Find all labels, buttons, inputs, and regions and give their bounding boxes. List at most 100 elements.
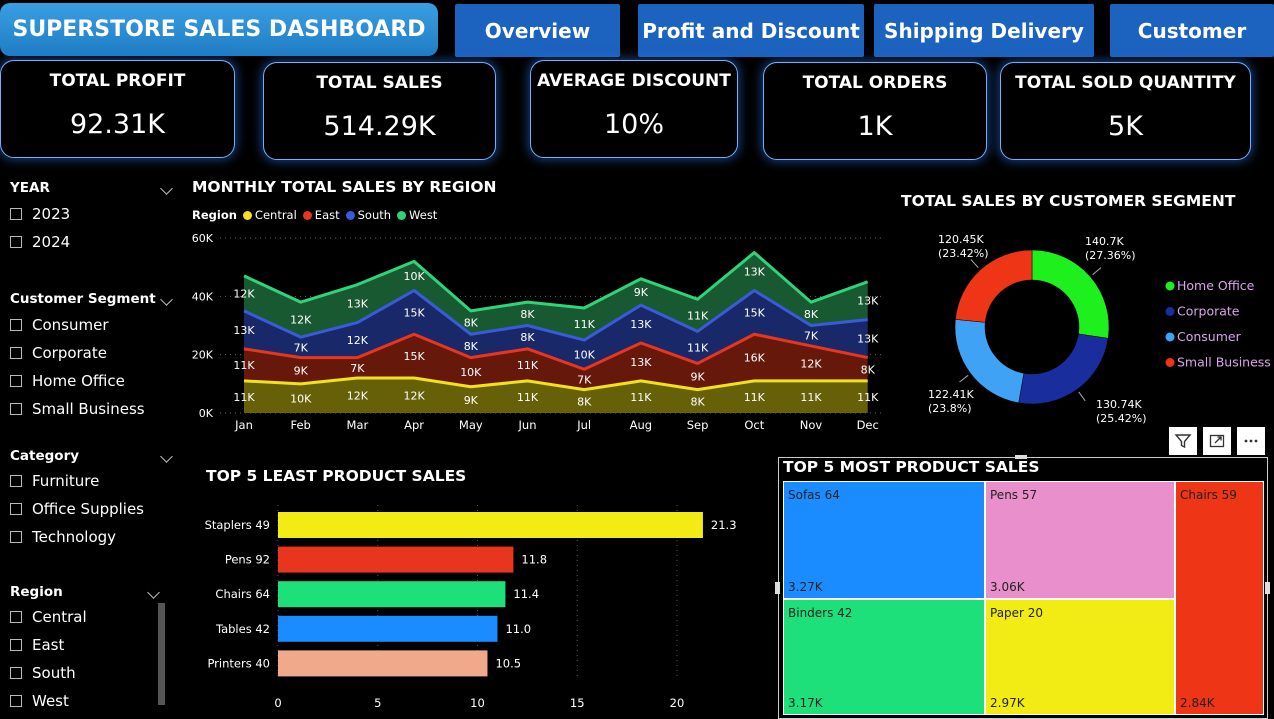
data-label: 8K — [520, 331, 535, 344]
checkbox[interactable] — [10, 375, 22, 387]
checkbox[interactable] — [10, 236, 22, 248]
option-label: Consumer — [32, 316, 109, 334]
slicer-customer-segment: Customer Segment Consumer Corporate Home… — [10, 291, 175, 418]
checkbox[interactable] — [10, 639, 22, 651]
data-label: 9K — [294, 365, 309, 378]
legend-label: Central — [254, 208, 297, 222]
treemap-cell[interactable]: Paper 20 2.97K — [985, 599, 1175, 715]
data-label: 11K — [233, 359, 255, 372]
data-label: 15K — [403, 306, 425, 319]
legend-dot — [242, 210, 252, 220]
slice-value-label: 122.41K — [928, 388, 974, 401]
legend-dot — [345, 210, 355, 220]
data-label: 15K — [744, 306, 766, 319]
more-options-icon[interactable] — [1237, 427, 1265, 455]
data-label: 8K — [520, 308, 535, 321]
leader-line — [1078, 391, 1086, 402]
nav-shipping-delivery-button[interactable]: Shipping Delivery — [874, 4, 1094, 57]
kpi-label: AVERAGE DISCOUNT — [537, 71, 731, 91]
donut-slice — [955, 249, 1033, 323]
data-label: 11K — [233, 391, 255, 404]
nav-customer-button[interactable]: Customer — [1110, 4, 1274, 57]
kpi-card-total-sold-quantity: TOTAL SOLD QUANTITY 5K — [1000, 62, 1251, 160]
slicer-option[interactable]: Technology — [10, 528, 175, 546]
bar — [278, 546, 514, 573]
x-tick-label: 10 — [470, 696, 485, 710]
y-tick-label: 60K — [192, 232, 214, 245]
focus-mode-icon[interactable] — [1203, 427, 1231, 455]
slicer-title: Customer Segment — [10, 291, 156, 307]
chevron-down-icon[interactable] — [160, 181, 173, 195]
resize-handle[interactable] — [1015, 455, 1027, 459]
checkbox[interactable] — [10, 695, 22, 707]
checkbox[interactable] — [10, 531, 22, 543]
data-label: 15K — [403, 350, 425, 363]
slicer-region: Region Central East South West — [10, 584, 162, 710]
treemap-cell-value: 2.84K — [1180, 696, 1215, 710]
checkbox[interactable] — [10, 503, 22, 515]
category-label: Tables 42 — [215, 622, 270, 636]
kpi-value: 1K — [857, 111, 893, 142]
slicer-option[interactable]: 2023 — [10, 205, 175, 223]
kpi-label: TOTAL SOLD QUANTITY — [1015, 73, 1236, 93]
legend-label: Corporate — [1177, 304, 1240, 319]
nav-overview-button[interactable]: Overview — [455, 4, 620, 57]
slice-pct-label: (25.42%) — [1096, 412, 1147, 425]
checkbox[interactable] — [10, 667, 22, 679]
legend-dot — [397, 210, 407, 220]
legend-title: Region — [192, 208, 237, 222]
kpi-label: TOTAL PROFIT — [49, 71, 186, 91]
checkbox[interactable] — [10, 611, 22, 623]
x-tick-label: Dec — [857, 418, 879, 432]
data-label: 13K — [347, 298, 369, 311]
filter-icon[interactable] — [1169, 427, 1197, 455]
option-label: East — [32, 636, 65, 654]
slicer-title: YEAR — [10, 180, 50, 196]
checkbox[interactable] — [10, 208, 22, 220]
slicer-option[interactable]: East — [10, 636, 162, 654]
bar-value-label: 21.3 — [711, 518, 737, 532]
slicer-option[interactable]: Corporate — [10, 344, 175, 362]
donut-chart: 140.7K(27.36%)130.74K(25.42%)122.41K(23.… — [928, 233, 1271, 425]
treemap-cell[interactable]: Chairs 59 2.84K — [1175, 481, 1264, 715]
slicer-option[interactable]: 2024 — [10, 233, 175, 251]
bar-chart: 0 5 10 15 20 Staplers 49 21.3 Pens 92 11.8 Chairs… — [205, 505, 737, 710]
treemap-cell[interactable]: Pens 57 3.06K — [985, 481, 1175, 599]
checkbox[interactable] — [10, 347, 22, 359]
option-label: Central — [32, 608, 87, 626]
slicer-scrollbar[interactable] — [158, 603, 165, 705]
x-tick-label: Sep — [687, 418, 709, 432]
chevron-down-icon[interactable] — [160, 292, 173, 306]
kpi-value: 92.31K — [69, 109, 165, 140]
nav-profit-discount-button[interactable]: Profit and Discount — [638, 4, 864, 57]
checkbox[interactable] — [10, 319, 22, 331]
checkbox[interactable] — [10, 403, 22, 415]
treemap-cell-label: Pens 57 — [990, 488, 1038, 502]
category-label: Pens 92 — [225, 553, 270, 567]
slicer-option[interactable]: Furniture — [10, 472, 175, 490]
resize-handle[interactable] — [1265, 582, 1270, 594]
bar-value-label: 11.0 — [505, 622, 531, 636]
data-label: 7K — [350, 362, 365, 375]
checkbox[interactable] — [10, 475, 22, 487]
option-label: Home Office — [32, 372, 125, 390]
area-chart-legend: Region Central East South West — [192, 208, 437, 222]
data-label: 12K — [290, 314, 312, 327]
chevron-down-icon[interactable] — [160, 449, 173, 463]
slicer-option[interactable]: West — [10, 692, 162, 710]
y-tick-label: 40K — [192, 290, 214, 303]
slicer-option[interactable]: Home Office — [10, 372, 175, 390]
chevron-down-icon[interactable] — [147, 585, 160, 599]
slicer-option[interactable]: Office Supplies — [10, 500, 175, 518]
data-label: 11K — [517, 391, 539, 404]
treemap-cell[interactable]: Sofas 64 3.27K — [783, 481, 985, 599]
resize-handle[interactable] — [775, 582, 780, 594]
slicer-option[interactable]: Consumer — [10, 316, 175, 334]
slicer-option[interactable]: Central — [10, 608, 162, 626]
treemap-cell[interactable]: Binders 42 3.17K — [783, 599, 985, 715]
option-label: West — [32, 692, 69, 710]
x-tick-label: 0 — [274, 696, 281, 710]
slicer-option[interactable]: South — [10, 664, 162, 682]
slicer-option[interactable]: Small Business — [10, 400, 175, 418]
data-label: 13K — [744, 266, 766, 279]
